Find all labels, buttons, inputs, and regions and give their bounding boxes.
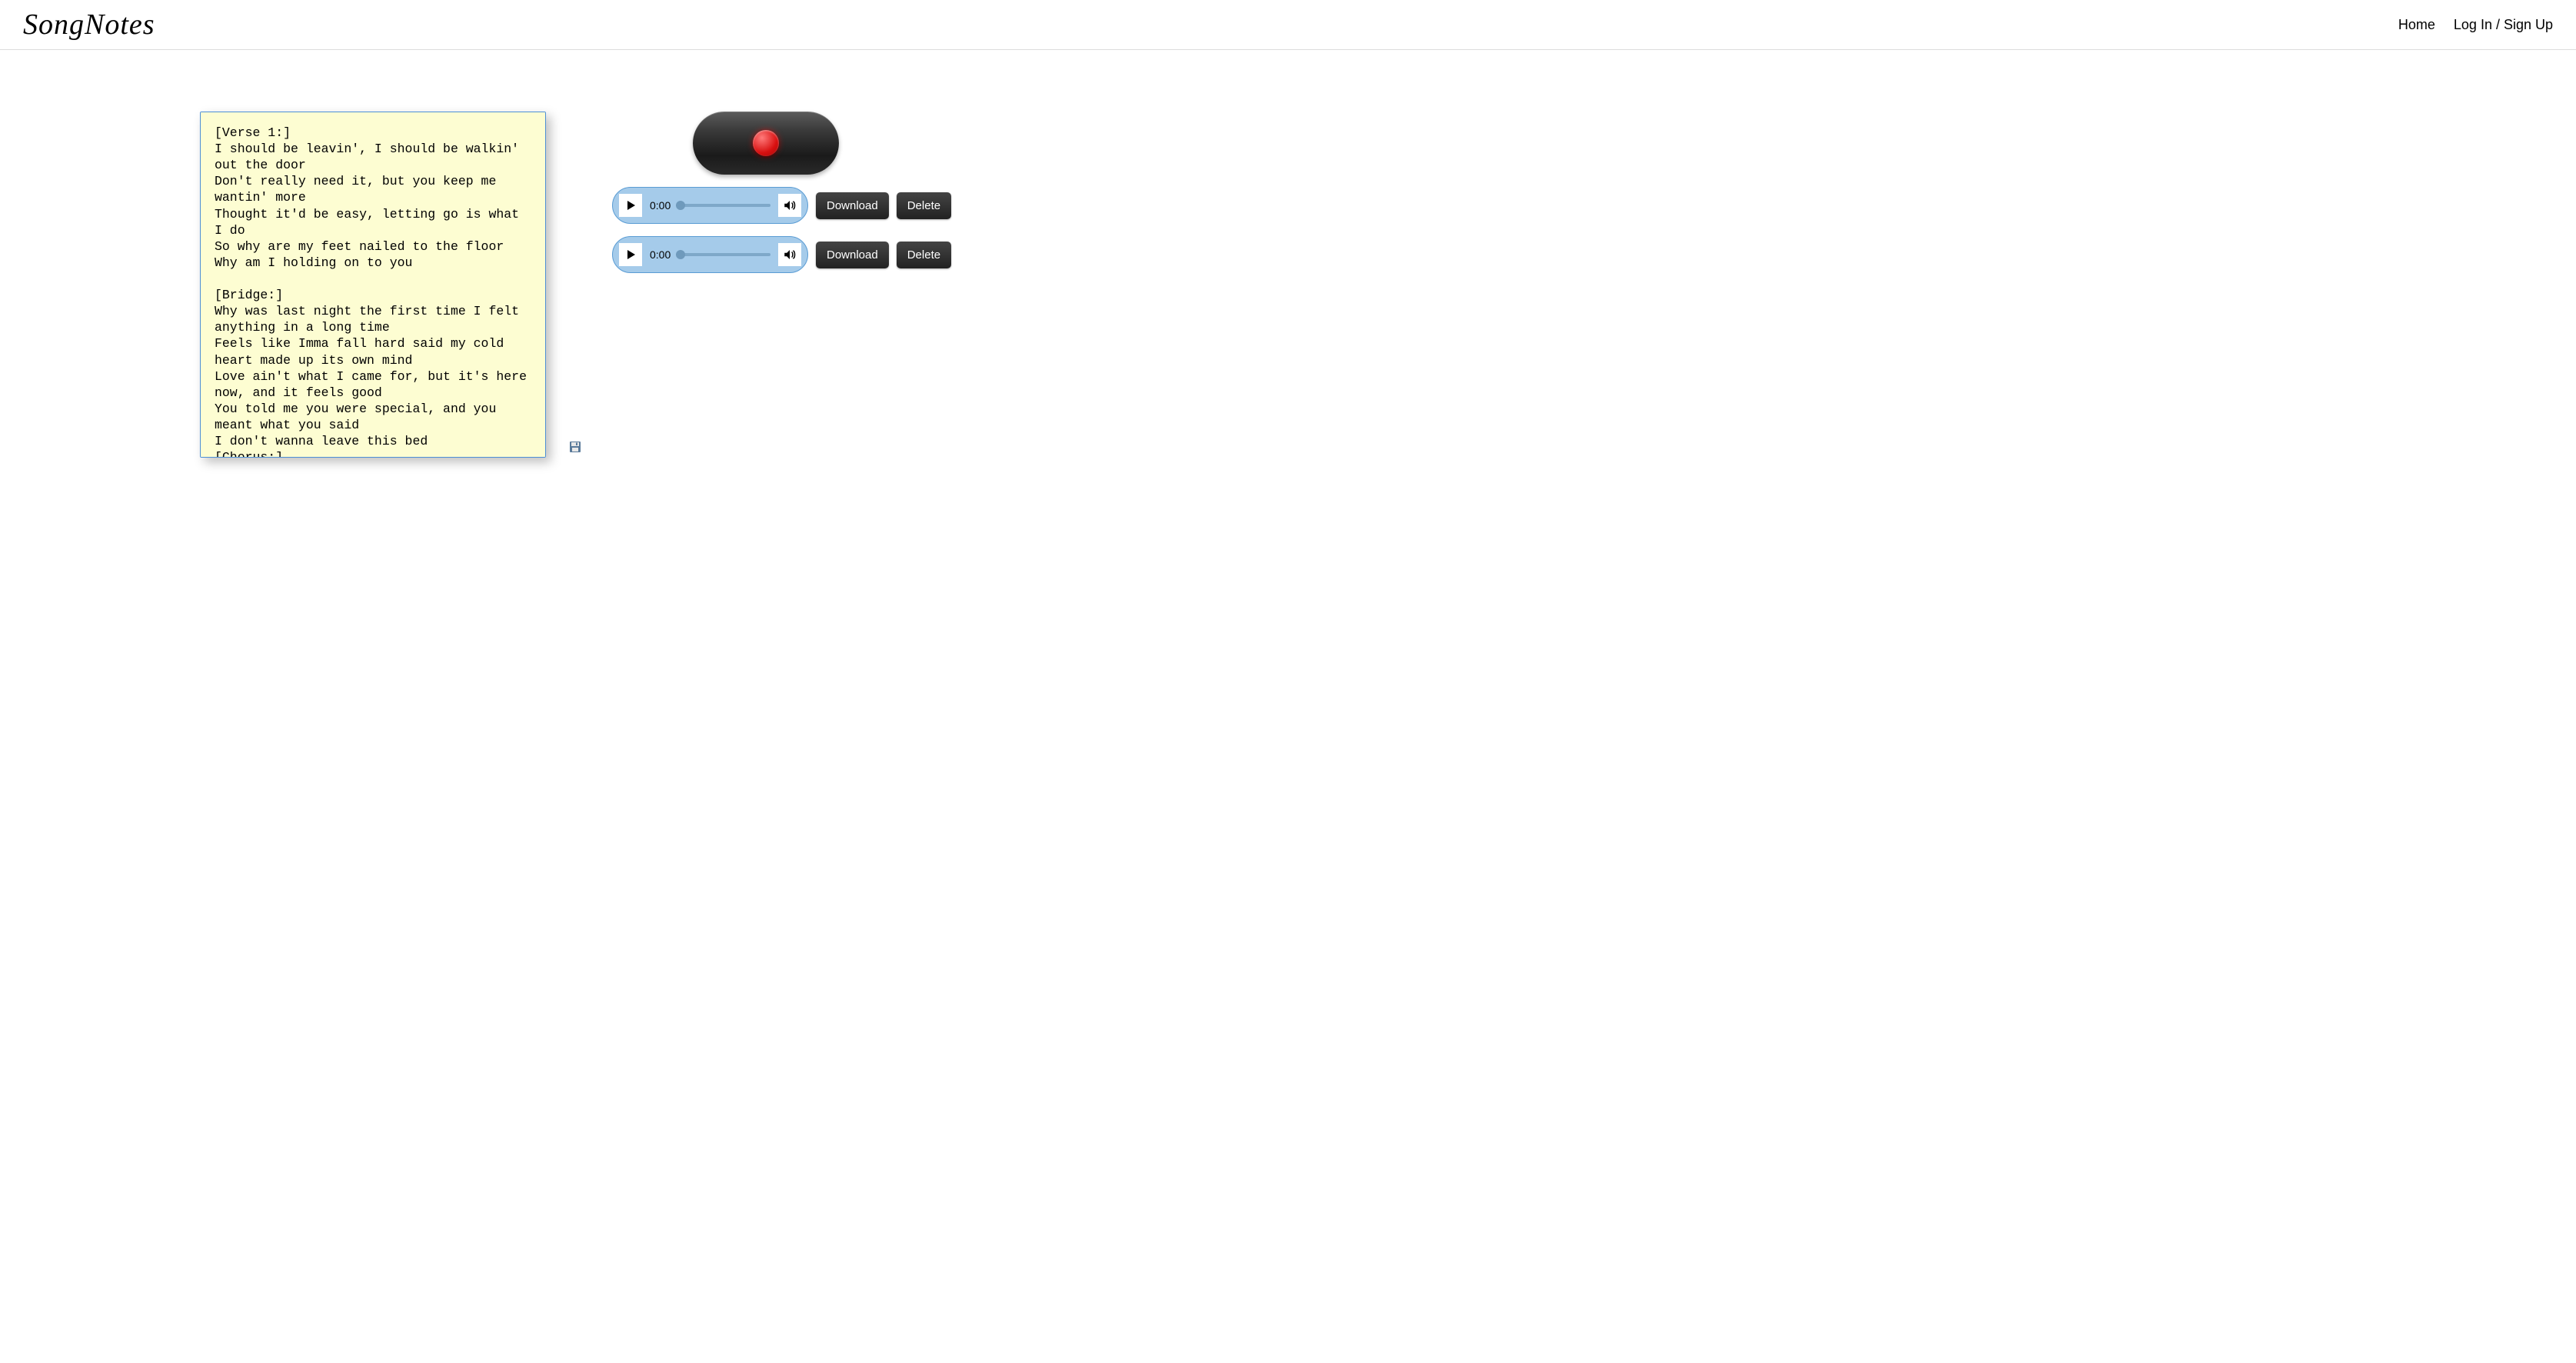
delete-button[interactable]: Delete xyxy=(897,192,951,219)
volume-icon xyxy=(783,248,797,262)
time-label: 0:00 xyxy=(650,248,673,261)
right-column: 0:00 Download Delete 0:00 xyxy=(612,112,951,458)
record-icon xyxy=(753,130,779,156)
record-button[interactable] xyxy=(693,112,839,175)
time-label: 0:00 xyxy=(650,199,673,212)
play-icon xyxy=(627,201,635,210)
audio-row: 0:00 Download Delete xyxy=(612,236,951,273)
nav-home[interactable]: Home xyxy=(2398,17,2435,33)
audio-player: 0:00 xyxy=(612,187,808,224)
volume-button[interactable] xyxy=(778,243,801,266)
delete-button[interactable]: Delete xyxy=(897,242,951,268)
download-button[interactable]: Download xyxy=(816,242,889,268)
progress-thumb xyxy=(676,250,685,259)
lyrics-textarea[interactable] xyxy=(200,112,546,458)
progress-slider[interactable] xyxy=(681,204,770,207)
progress-thumb xyxy=(676,201,685,210)
play-button[interactable] xyxy=(619,194,642,217)
audio-player: 0:00 xyxy=(612,236,808,273)
nav-login[interactable]: Log In / Sign Up xyxy=(2454,17,2553,33)
play-icon xyxy=(627,250,635,259)
volume-icon xyxy=(783,198,797,212)
logo[interactable]: SongNotes xyxy=(23,8,155,42)
main-container: 0:00 Download Delete 0:00 xyxy=(0,50,2576,488)
play-button[interactable] xyxy=(619,243,642,266)
download-button[interactable]: Download xyxy=(816,192,889,219)
header: SongNotes Home Log In / Sign Up xyxy=(0,0,2576,50)
nav: Home Log In / Sign Up xyxy=(2398,17,2553,33)
save-icon[interactable] xyxy=(569,441,581,453)
progress-slider[interactable] xyxy=(681,253,770,256)
audio-row: 0:00 Download Delete xyxy=(612,187,951,224)
volume-button[interactable] xyxy=(778,194,801,217)
left-column xyxy=(200,112,581,458)
